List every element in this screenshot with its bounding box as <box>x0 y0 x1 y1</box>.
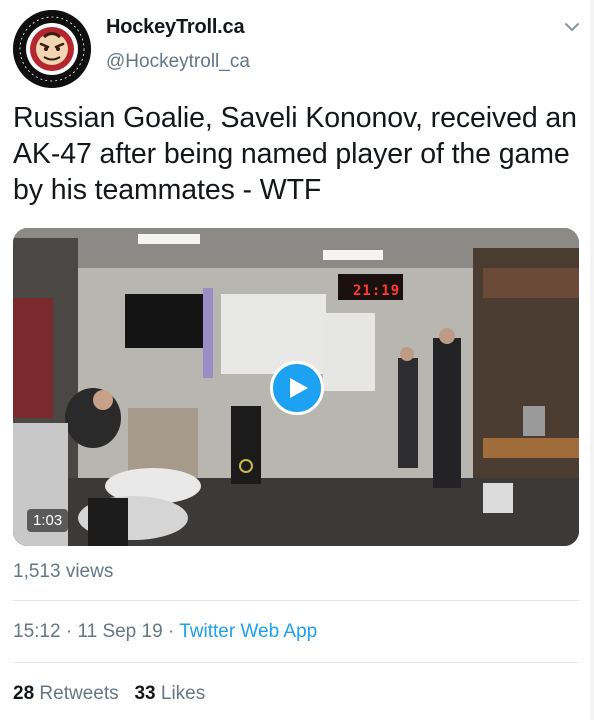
play-button[interactable] <box>270 361 324 415</box>
hockey-troll-logo-icon <box>13 10 91 88</box>
tweet-text: Russian Goalie, Saveli Kononov, received… <box>13 102 577 206</box>
divider <box>13 662 579 663</box>
likes-label: Likes <box>160 683 206 704</box>
tweet-source-link[interactable]: Twitter Web App <box>179 621 317 642</box>
engagement-stats: 28 Retweets 33 Likes <box>13 683 205 705</box>
user-handle[interactable]: @Hockeytroll_ca <box>106 51 250 73</box>
divider <box>13 600 579 601</box>
likes-stat[interactable]: 33 Likes <box>134 683 205 704</box>
retweets-stat[interactable]: 28 Retweets <box>13 683 119 704</box>
scene-clock: 21:19 <box>353 283 401 299</box>
chevron-down-icon[interactable] <box>561 18 583 36</box>
retweets-label: Retweets <box>39 683 119 704</box>
tweet-time: 15:12 <box>13 621 61 642</box>
video-duration: 1:03 <box>27 509 69 532</box>
tweet-date: 11 Sep 19 <box>77 621 163 642</box>
likes-count: 33 <box>134 683 156 704</box>
retweets-count: 28 <box>13 683 35 704</box>
play-icon <box>290 378 308 398</box>
tweet-header: HockeyTroll.ca @Hockeytroll_ca <box>0 0 594 90</box>
tweet-meta: 15:12 · 11 Sep 19 · Twitter Web App <box>13 621 317 643</box>
scroll-edge <box>590 0 594 720</box>
view-count: 1,513 views <box>13 561 114 582</box>
display-name[interactable]: HockeyTroll.ca <box>106 16 245 39</box>
meta-separator: · <box>60 621 78 642</box>
video-player[interactable]: 21:19 1:03 <box>13 228 579 546</box>
meta-separator: · <box>162 621 180 642</box>
avatar[interactable] <box>13 10 91 88</box>
